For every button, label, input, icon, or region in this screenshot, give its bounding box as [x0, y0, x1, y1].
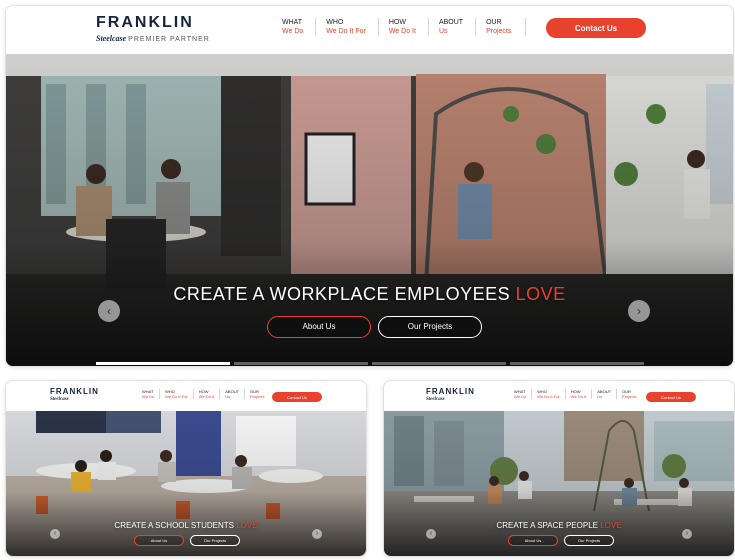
carousel-prev-button[interactable]: ‹	[426, 529, 436, 539]
nav-item-about[interactable]: ABOUT Us	[427, 18, 475, 36]
chevron-right-icon: ›	[637, 304, 641, 318]
franklin-logo[interactable]: FRANKLIN Steelcase	[426, 387, 475, 402]
logo-wordmark: FRANKLIN	[426, 387, 475, 396]
chevron-left-icon: ‹	[107, 304, 111, 318]
chevron-right-icon: ›	[315, 530, 319, 537]
hero-headline: CREATE A SPACE PEOPLE LOVE	[496, 521, 622, 530]
nav-item-projects[interactable]: OUR Projects	[616, 389, 641, 399]
our-projects-button[interactable]: Our Projects	[378, 316, 482, 338]
main-nav: WHAT We Do WHO We Do It For HOW We Do It AB…	[140, 389, 270, 399]
about-us-button[interactable]: About Us	[267, 316, 371, 338]
dealer-name: Steelcase	[426, 397, 445, 402]
nav-item-what[interactable]: WHAT We Do	[140, 389, 159, 399]
dealer-name: Steelcase	[50, 397, 69, 402]
hero-carousel: CREATE A WORKPLACE EMPLOYEES LOVE About …	[6, 54, 733, 366]
franklin-logo[interactable]: FRANKLIN Steelcase	[50, 387, 99, 402]
carousel-next-button[interactable]: ›	[312, 529, 322, 539]
carousel-indicator[interactable]	[372, 362, 506, 365]
about-us-button[interactable]: About Us	[508, 535, 558, 546]
site-header: FRANKLIN Steelcase PREMIER PARTNER WHAT …	[6, 6, 733, 54]
our-projects-button[interactable]: Our Projects	[564, 535, 614, 546]
carousel-next-button[interactable]: ›	[628, 300, 650, 322]
logo-wordmark: FRANKLIN	[96, 14, 194, 31]
our-projects-button[interactable]: Our Projects	[190, 535, 240, 546]
carousel-indicator[interactable]	[96, 362, 230, 365]
nav-item-who[interactable]: WHO We Do It For	[531, 389, 565, 399]
contact-us-button[interactable]: Contact Us	[272, 392, 322, 402]
nav-item-what[interactable]: WHAT We Do	[512, 389, 531, 399]
nav-item-how[interactable]: HOW We Do It	[192, 389, 220, 399]
dealer-name: Steelcase	[96, 34, 127, 43]
contact-us-button[interactable]: Contact Us	[546, 18, 646, 38]
partner-tag: PREMIER PARTNER	[128, 36, 210, 43]
site-header: FRANKLIN Steelcase WHAT We Do WHO We Do It…	[384, 381, 734, 411]
nav-item-who[interactable]: WHO We Do It For	[159, 389, 193, 399]
hero-carousel: CREATE A SPACE PEOPLE LOVE About Us Our …	[384, 411, 734, 556]
carousel-prev-button[interactable]: ‹	[98, 300, 120, 322]
nav-item-about[interactable]: ABOUT Us	[591, 389, 616, 399]
carousel-indicator[interactable]	[234, 362, 368, 365]
carousel-next-button[interactable]: ›	[682, 529, 692, 539]
main-nav: WHAT We Do WHO We Do It For HOW We Do It AB…	[512, 389, 642, 399]
nav-item-about[interactable]: ABOUT Us	[219, 389, 244, 399]
nav-item-what[interactable]: WHAT We Do	[278, 18, 315, 36]
nav-item-how[interactable]: HOW We Do It	[377, 18, 428, 36]
site-header: FRANKLIN Steelcase WHAT We Do WHO We Do It…	[6, 381, 366, 411]
about-us-button[interactable]: About Us	[134, 535, 184, 546]
carousel-indicator[interactable]	[510, 362, 644, 365]
chevron-right-icon: ›	[685, 530, 689, 537]
franklin-logo[interactable]: FRANKLIN Steelcase PREMIER PARTNER	[96, 14, 210, 43]
carousel-progress	[96, 362, 644, 365]
contact-us-button[interactable]: Contact Us	[646, 392, 696, 402]
nav-item-how[interactable]: HOW We Do It	[564, 389, 592, 399]
nav-item-projects[interactable]: OUR Projects	[475, 18, 527, 36]
main-nav: WHAT We Do WHO We Do It For HOW We Do It…	[278, 18, 527, 36]
carousel-prev-button[interactable]: ‹	[50, 529, 60, 539]
chevron-left-icon: ‹	[53, 530, 57, 537]
school-website-preview: FRANKLIN Steelcase WHAT We Do WHO We Do It…	[5, 380, 367, 557]
main-website-preview: FRANKLIN Steelcase PREMIER PARTNER WHAT …	[5, 5, 734, 367]
hero-headline: CREATE A SCHOOL STUDENTS LOVE	[114, 521, 258, 530]
chevron-left-icon: ‹	[429, 530, 433, 537]
hero-carousel: CREATE A SCHOOL STUDENTS LOVE About Us O…	[6, 411, 366, 556]
nav-item-who[interactable]: WHO We Do It For	[315, 18, 378, 36]
nav-item-projects[interactable]: OUR Projects	[244, 389, 269, 399]
space-website-preview: FRANKLIN Steelcase WHAT We Do WHO We Do It…	[383, 380, 735, 557]
logo-wordmark: FRANKLIN	[50, 387, 99, 396]
